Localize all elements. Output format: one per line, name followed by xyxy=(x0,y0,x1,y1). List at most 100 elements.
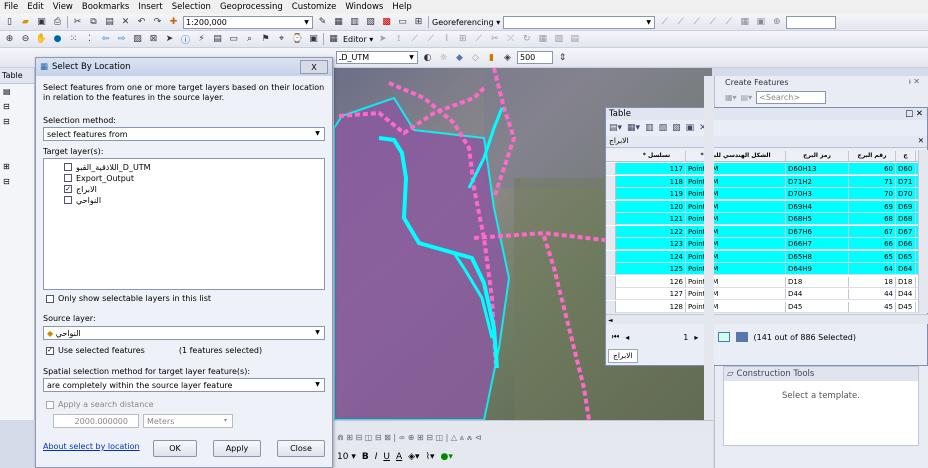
table-cell[interactable]: D65 xyxy=(896,251,916,262)
select-features-icon[interactable]: ▨ xyxy=(131,33,144,46)
time-slider-icon[interactable]: ⌚ xyxy=(291,33,304,46)
table-cell[interactable]: Point ZM xyxy=(686,239,786,249)
spin-icon[interactable]: ⇕ xyxy=(556,51,569,64)
table-cell[interactable]: 122 xyxy=(628,226,686,237)
table-cell[interactable]: Point ZM xyxy=(686,276,786,287)
georef-tool-icon[interactable]: ⟋ xyxy=(674,16,687,29)
scale-combo[interactable]: 1:200,000 ▼ xyxy=(183,15,313,29)
clear-selection-icon[interactable]: ▨ xyxy=(672,123,681,133)
target-layer-item[interactable]: Export_Output xyxy=(64,173,324,183)
link-table-icon[interactable]: ▦ xyxy=(738,16,751,29)
row-selector[interactable] xyxy=(606,188,616,200)
expand-icon[interactable]: ⊟ xyxy=(3,177,31,186)
catalog-icon[interactable]: ▥ xyxy=(348,16,361,29)
print-icon[interactable]: ⎙ xyxy=(51,16,64,29)
row-selector[interactable] xyxy=(606,238,616,250)
search-input[interactable] xyxy=(786,15,837,29)
view-icon[interactable]: ▤▾ xyxy=(741,93,753,102)
bottom-layer-tab[interactable]: الابراج xyxy=(608,349,638,363)
row-selector[interactable] xyxy=(606,225,616,238)
table-cell[interactable]: 118 xyxy=(628,176,686,187)
georeferencing-menu[interactable]: Georeferencing ▾ xyxy=(432,18,500,27)
menu-item-bookmarks[interactable]: Bookmarks xyxy=(82,2,130,12)
editor-toolbar-icon[interactable]: ✎ xyxy=(316,16,329,29)
map-horizontal-scrollbar[interactable] xyxy=(333,420,713,430)
table-cell[interactable]: 126 xyxy=(628,276,686,287)
cut-polygons-icon[interactable]: ✂ xyxy=(488,33,501,46)
table-cell[interactable]: Point ZM xyxy=(686,176,786,187)
redo-icon[interactable]: ↷ xyxy=(151,16,164,29)
prev-record-icon[interactable]: ◂ xyxy=(625,333,629,342)
table-cell[interactable]: D70H3 xyxy=(786,189,849,199)
viewer-icon[interactable]: ▣ xyxy=(754,16,767,29)
menu-item-customize[interactable]: Customize xyxy=(292,2,337,12)
toc-tab[interactable]: Table xyxy=(0,68,34,84)
fixed-zoom-out-icon[interactable]: ⁚ xyxy=(83,33,96,46)
georef-tool-icon[interactable]: ⟋ xyxy=(658,16,671,29)
search-window-icon[interactable]: ▧ xyxy=(364,16,377,29)
arctoolbox-icon[interactable]: ▩ xyxy=(380,16,393,29)
table-cell[interactable]: D18 xyxy=(786,276,849,287)
georef-tool-icon[interactable]: ⟋ xyxy=(722,16,735,29)
georef-tool-icon[interactable]: ⟋ xyxy=(690,16,703,29)
pan-icon[interactable]: ✋ xyxy=(35,33,48,46)
column-header[interactable]: رمز البرج xyxy=(786,151,849,161)
table-cell[interactable]: 65 xyxy=(849,251,896,262)
menu-item-help[interactable]: Help xyxy=(392,2,411,12)
table-cell[interactable]: Point ZM xyxy=(686,301,786,312)
new-icon[interactable]: ▯ xyxy=(3,16,16,29)
delete-icon[interactable]: ✕ xyxy=(119,16,132,29)
close-dialog-button[interactable]: X xyxy=(300,60,328,74)
source-layer-select[interactable]: ◆ النواحي ▼ xyxy=(43,326,325,340)
target-layer-checkbox[interactable] xyxy=(64,163,72,171)
find-icon[interactable]: ⌕ xyxy=(243,33,256,46)
related-tables-icon[interactable]: ▦▾ xyxy=(627,123,640,133)
table-cell[interactable]: 67 xyxy=(849,226,896,237)
row-selector[interactable] xyxy=(606,200,616,213)
spatial-method-select[interactable]: are completely within the source layer f… xyxy=(43,378,325,392)
table-cell[interactable]: D44 xyxy=(896,289,916,299)
table-cell[interactable]: Point ZM xyxy=(686,201,786,212)
target-layer-checkbox[interactable] xyxy=(64,196,72,204)
row-selector[interactable] xyxy=(606,288,616,300)
row-selector[interactable] xyxy=(606,163,616,175)
straight-segment-icon[interactable]: ⟋ xyxy=(408,33,421,46)
use-selected-checkbox[interactable]: ✓ xyxy=(46,346,54,355)
table-cell[interactable]: D68H5 xyxy=(786,214,849,224)
table-cell[interactable]: D66H7 xyxy=(786,239,849,249)
units-select[interactable]: Meters ▾ xyxy=(143,414,233,428)
table-cell[interactable]: D45 xyxy=(896,301,916,312)
close-button[interactable]: Close xyxy=(277,440,325,457)
model-builder-icon[interactable]: ⊞ xyxy=(412,16,425,29)
table-cell[interactable]: 128 xyxy=(628,301,686,312)
show-selected-icon[interactable] xyxy=(735,332,748,342)
apply-button[interactable]: Apply xyxy=(213,440,261,457)
row-selector[interactable] xyxy=(606,263,616,275)
pin-close-icon[interactable]: ᵼ ✕ xyxy=(909,77,920,86)
table-cell[interactable]: 70 xyxy=(849,189,896,199)
edit-annotation-icon[interactable]: ⟟ xyxy=(392,33,405,46)
table-cell[interactable]: 60 xyxy=(849,164,896,174)
table-cell[interactable]: D18 xyxy=(896,276,916,287)
table-cell[interactable]: 64 xyxy=(849,264,896,274)
table-cell[interactable]: D64H9 xyxy=(786,264,849,274)
target-layer-checkbox[interactable] xyxy=(64,174,72,182)
split-icon[interactable]: ⤫ xyxy=(504,33,517,46)
table-cell[interactable]: D45 xyxy=(786,301,849,312)
expand-icon[interactable]: ⊟ xyxy=(3,102,31,111)
back-icon[interactable]: ⇦ xyxy=(99,33,112,46)
first-record-icon[interactable]: ⏮ xyxy=(612,332,619,342)
table-cell[interactable]: Point ZM xyxy=(686,214,786,224)
table-cell[interactable]: 125 xyxy=(628,264,686,274)
endpoint-arc-icon[interactable]: ⟋ xyxy=(424,33,437,46)
forward-icon[interactable]: ⇨ xyxy=(115,33,128,46)
menu-item-view[interactable]: View xyxy=(53,2,73,12)
target-layer-item[interactable]: ✓ الابراج xyxy=(64,184,324,194)
line-color-icon[interactable]: ⌇▾ xyxy=(426,452,435,462)
georef-layer-combo[interactable]: ▼ xyxy=(503,15,656,29)
switch-selection-icon[interactable]: ▧ xyxy=(659,123,668,133)
table-cell[interactable]: Point ZM xyxy=(686,264,786,274)
search-distance-input[interactable]: 2000.000000 xyxy=(53,414,139,428)
target-layer-checkbox[interactable]: ✓ xyxy=(64,185,72,193)
table-cell[interactable]: D69H4 xyxy=(786,201,849,212)
